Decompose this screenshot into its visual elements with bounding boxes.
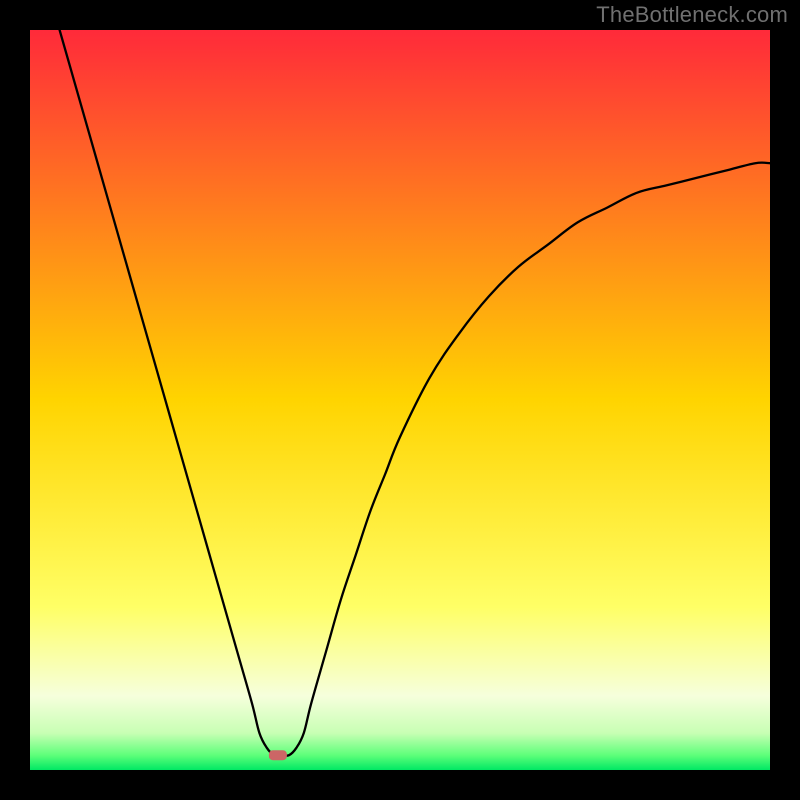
watermark-text: TheBottleneck.com	[596, 2, 788, 28]
plot-background	[30, 30, 770, 770]
minimum-marker	[269, 750, 287, 760]
bottleneck-chart	[30, 30, 770, 770]
chart-frame: TheBottleneck.com	[0, 0, 800, 800]
